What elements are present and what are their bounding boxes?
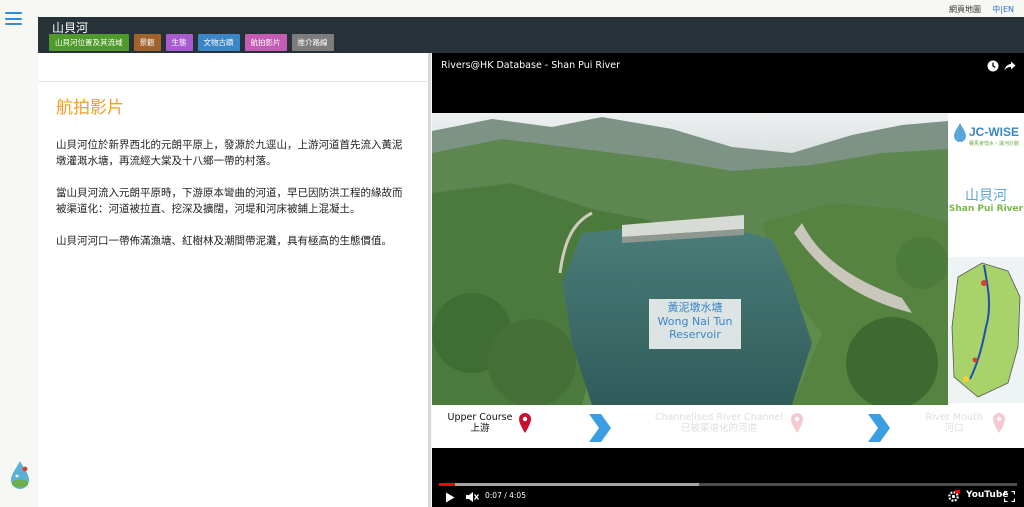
divider — [38, 81, 430, 82]
youtube-logo[interactable]: YouTube — [966, 490, 1008, 500]
settings-gear-icon[interactable] — [947, 490, 960, 503]
tab-landscape[interactable]: 景觀 — [133, 34, 161, 51]
jc-wise-logo-icon: JC-WISE 賽馬會惜水‧識河計劃 — [954, 123, 1019, 147]
course-channelised: Channelised River Channel 已被渠道化的河道 — [654, 412, 784, 434]
location-pin-icon — [519, 413, 531, 433]
lang-en-link[interactable]: EN — [1003, 5, 1014, 14]
river-map — [948, 257, 1024, 403]
utility-bar: 網頁地圖 中|EN — [38, 0, 1024, 17]
caption-en-1: Wong Nai Tun — [657, 314, 733, 328]
chevron-right-icon — [589, 414, 611, 442]
menu-icon[interactable] — [5, 12, 22, 25]
logo-subtext: 賽馬會惜水‧識河計劃 — [969, 140, 1019, 147]
tab-heritage[interactable]: 文物古蹟 — [197, 34, 240, 51]
language-switch[interactable]: 中|EN — [992, 4, 1014, 15]
video-side-panel: JC-WISE 賽馬會惜水‧識河計劃 山貝河 Shan Pui River — [948, 113, 1024, 405]
river-name-zh: 山貝河 — [965, 188, 1007, 204]
content-scrollbar[interactable] — [428, 53, 431, 507]
paragraph-2: 當山貝河流入元朗平原時，下游原本彎曲的河道，早已因防洪工程的緣故而被渠道化：河道… — [56, 187, 403, 215]
river-course-strip: Upper Course 上游 Channelised River Channe… — [432, 405, 1024, 448]
caption-en-2: Reservoir — [669, 328, 721, 341]
paragraph-3: 山貝河河口一帶佈滿漁塘、紅樹林及潮間帶泥灘，具有極高的生態價值。 — [56, 235, 392, 247]
tab-location[interactable]: 山貝河位置及其流域 — [49, 34, 129, 51]
tab-ecology[interactable]: 生態 — [165, 34, 193, 51]
river-name-en: Shan Pui River — [948, 204, 1024, 214]
location-caption: 黃泥墩水塘 Wong Nai Tun Reservoir — [649, 299, 741, 349]
sitemap-link[interactable]: 網頁地圖 — [949, 4, 981, 15]
paragraph-1: 山貝河位於新界西北的元朗平原上，發源於九逕山，上游河道首先流入黃泥墩灌溉水塘，再… — [56, 139, 403, 167]
share-icon[interactable] — [1004, 60, 1016, 72]
time-display: 0:07 / 4:05 — [485, 491, 526, 500]
course-mouth-zh: 河口 — [944, 423, 964, 434]
mute-icon[interactable] — [465, 491, 479, 503]
fullscreen-icon[interactable] — [1004, 491, 1015, 502]
progress-played — [439, 483, 456, 486]
location-pin-icon-faded-2 — [993, 413, 1005, 433]
section-heading: 航拍影片 — [56, 98, 124, 118]
left-rail — [0, 0, 38, 507]
player-controls: 0:07 / 4:05 YouTube — [432, 483, 1024, 507]
mascot-logo-icon — [11, 461, 29, 489]
section-tabs: 山貝河位置及其流域 景觀 生態 文物古蹟 航拍影片 推介路線 — [49, 34, 334, 51]
video-player[interactable]: Rivers@HK Database - Shan Pui River 黃泥墩水… — [432, 53, 1024, 507]
course-channelised-zh: 已被渠道化的河道 — [680, 423, 757, 434]
course-upper-zh: 上游 — [470, 423, 490, 434]
video-frame — [432, 113, 948, 405]
tab-routes[interactable]: 推介路線 — [291, 34, 334, 51]
page-header: 山貝河 山貝河位置及其流域 景觀 生態 文物古蹟 航拍影片 推介路線 — [38, 17, 1024, 53]
location-pin-icon-faded — [791, 413, 803, 433]
course-mouth: River Mouth 河口 — [918, 412, 990, 434]
logo-text: JC-WISE — [969, 125, 1019, 139]
course-upper: Upper Course 上游 — [442, 412, 518, 434]
map-marker-icon — [981, 280, 987, 286]
caption-zh: 黃泥墩水塘 — [667, 301, 723, 314]
tab-aerial-video[interactable]: 航拍影片 — [244, 34, 287, 51]
course-mouth-en: River Mouth — [925, 412, 983, 423]
progress-buffered — [439, 483, 700, 486]
watch-later-icon[interactable] — [987, 60, 999, 72]
chevron-right-icon-2 — [868, 414, 890, 442]
play-icon[interactable] — [445, 492, 455, 503]
video-title[interactable]: Rivers@HK Database - Shan Pui River — [441, 60, 620, 71]
course-channelised-en: Channelised River Channel — [654, 412, 784, 423]
course-upper-en: Upper Course — [447, 412, 513, 423]
content-panel: 航拍影片 山貝河位於新界西北的元朗平原上，發源於九逕山，上游河道首先流入黃泥墩灌… — [38, 53, 430, 507]
progress-bar[interactable] — [439, 483, 1017, 486]
